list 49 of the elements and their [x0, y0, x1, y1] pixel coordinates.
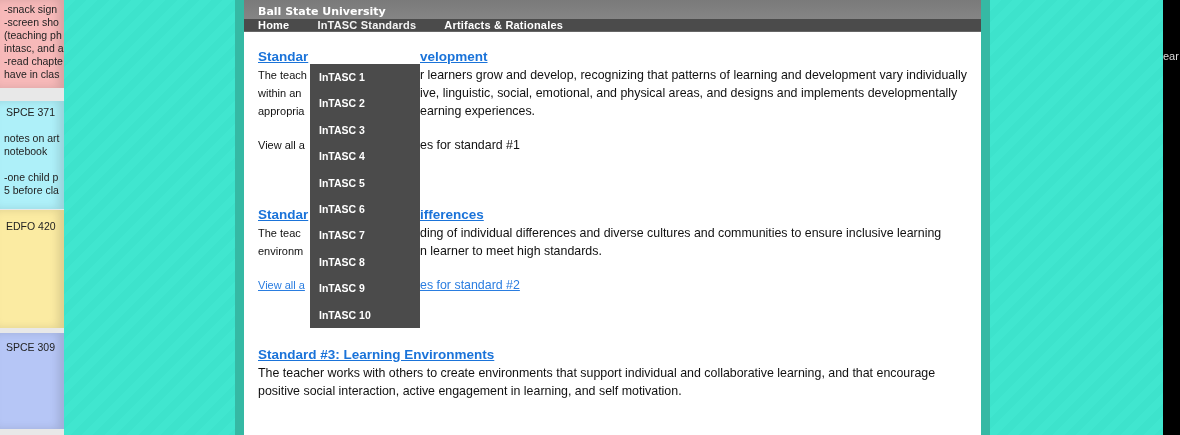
menu-item[interactable]: InTASC 1	[310, 64, 420, 91]
body-text: The teac	[258, 226, 302, 241]
body-text: r learners grow and develop, recognizing that patterns of learning and development vary individually	[420, 67, 967, 84]
body-text: within an	[258, 86, 303, 101]
body-text: The teach	[258, 68, 308, 83]
note-text: notes on art	[4, 132, 61, 145]
menu-item[interactable]: InTASC 4	[310, 143, 420, 170]
note-text: have in clas	[4, 68, 61, 81]
body-text: earning experiences.	[420, 103, 536, 120]
standard-link[interactable]: Standar	[258, 48, 310, 66]
body-text: environm	[258, 244, 305, 259]
body-text: appropria	[258, 104, 306, 119]
window-text: ear	[1163, 50, 1179, 62]
menu-item[interactable]: InTASC 5	[310, 169, 420, 196]
body-text: ding of individual differences and diverse cultures and communities to ensure inclusive learning	[420, 225, 942, 242]
menu-item[interactable]: InTASC 2	[310, 90, 420, 117]
standard-link[interactable]: ifferences	[420, 206, 484, 224]
note-text: notebook	[4, 145, 49, 158]
body-text: The teacher works with others to create environments that support individual and collaborative learning, and that encourage	[258, 365, 936, 382]
standard-link[interactable]: velopment	[420, 48, 488, 66]
note-text: 5 before cla	[4, 184, 60, 197]
menu-item[interactable]: InTASC 8	[310, 248, 420, 276]
body-text: n learner to meet high standards.	[420, 243, 602, 260]
body-text: es for standard #1	[420, 137, 520, 154]
note-text: -screen sho	[4, 16, 60, 29]
view-link[interactable]: es for standard #2	[420, 276, 520, 294]
note-title: SPCE 371	[5, 106, 57, 119]
note-text: (teaching ph	[4, 29, 63, 42]
menu-item[interactable]: InTASC 7	[310, 222, 420, 249]
note-title: SPCE 309	[5, 341, 57, 354]
nav-link[interactable]: Artifacts & Rationales	[444, 19, 564, 31]
menu-item[interactable]: InTASC 6	[310, 195, 420, 223]
menu-item[interactable]: InTASC 10	[310, 301, 420, 328]
menu-item[interactable]: InTASC 3	[310, 116, 420, 144]
body-text: View all a	[258, 138, 306, 153]
nav-link[interactable]: Home	[258, 19, 290, 31]
view-link[interactable]: View all a	[258, 276, 310, 294]
nav-link[interactable]: InTASC Standards	[317, 19, 417, 31]
note-title: EDFO 420	[5, 220, 57, 233]
standard-link[interactable]: Standard #3: Learning Environments	[258, 346, 495, 364]
body-text: ive, linguistic, social, emotional, and physical areas, and designs and implements developmentally	[420, 85, 958, 102]
note-text: intasc, and a	[4, 42, 64, 55]
note-text: -one child p	[4, 171, 60, 184]
body-text: positive social interaction, active engagement in learning, and self motivation.	[258, 383, 682, 400]
menu-item[interactable]: InTASC 9	[310, 275, 420, 302]
note-text: -read chapte	[4, 55, 64, 68]
note-text: -snack sign	[4, 3, 59, 16]
standard-link[interactable]: Standar	[258, 206, 310, 224]
site-title: Ball State University	[258, 6, 386, 18]
